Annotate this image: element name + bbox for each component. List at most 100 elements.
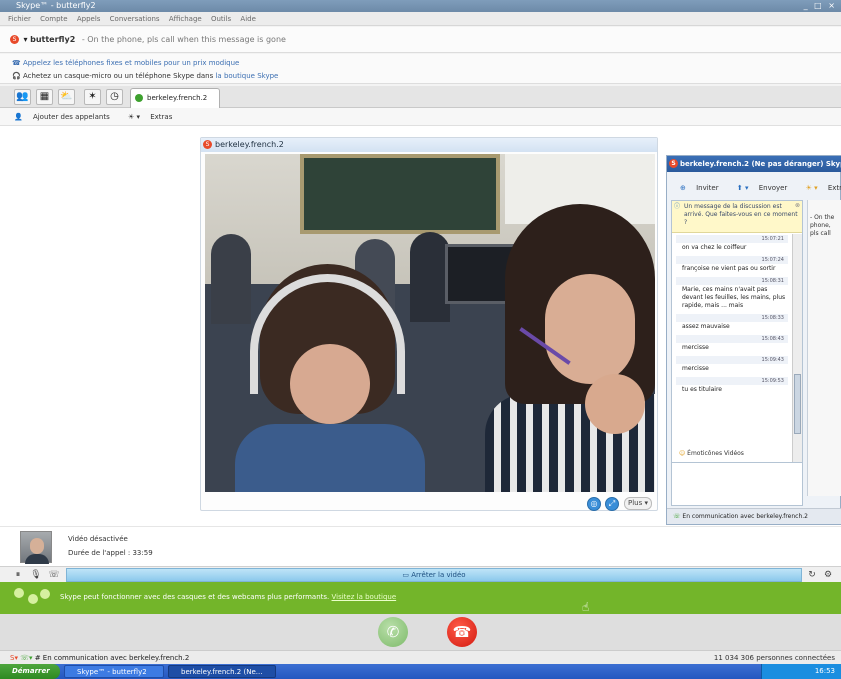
transfer-icon[interactable]: ☏ <box>48 569 60 581</box>
menu-help[interactable]: Aide <box>240 15 255 23</box>
headset-icon: 🎧 <box>12 72 23 80</box>
chat-message: 15:09:53 tu es titulaire <box>672 376 792 397</box>
video-title-icon: S <box>203 140 212 149</box>
invite-icon: ⊕ <box>680 184 689 192</box>
info-icon: ⓘ <box>674 203 681 210</box>
snapshot-button[interactable]: ◎ <box>587 497 601 511</box>
os-taskbar: Démarrer Skype™ - butterfly2 berkeley.fr… <box>0 664 841 679</box>
banner-text: Skype peut fonctionner avec des casques … <box>60 593 396 601</box>
shop-tab-icon[interactable]: ✶ <box>84 89 101 105</box>
menu-tools[interactable]: Outils <box>211 15 231 23</box>
tray-clock: 16:53 <box>814 667 835 675</box>
notice-close-icon[interactable]: ⊗ <box>795 202 800 210</box>
chat-toolbar: ⊕ Inviter ⬆ ▾ Envoyer ☀ ▾ Extras <box>667 180 841 196</box>
message-text: Marie, ces mains n'avait pas devant les … <box>682 286 786 309</box>
promo-shop-text: Achetez un casque-micro ou un téléphone … <box>22 72 216 80</box>
mood-message[interactable]: - On the phone, pls call when this messa… <box>82 35 286 44</box>
status-bar: S▾ ☏▾ # En communication avec berkeley.f… <box>0 650 841 664</box>
video-blackboard <box>300 154 500 234</box>
mute-icon[interactable]: 🎙 <box>30 569 42 581</box>
start-button[interactable]: Démarrer <box>0 664 60 679</box>
taskbar-chat-label: berkeley.french.2 (Ne... <box>181 668 263 676</box>
chat-extras-label: Extras <box>827 184 841 192</box>
live-tab-icon[interactable]: ⛅ <box>58 89 75 105</box>
webcam-icon: ▭ <box>402 571 412 579</box>
video-window[interactable]: S berkeley.french.2 ◎ ⤢ Plus ▾ <box>200 137 658 511</box>
chat-title-bar[interactable]: S berkeley.french.2 (Ne pas déranger) Sk… <box>667 156 841 172</box>
emoticon-icon[interactable]: ☺ <box>679 450 687 457</box>
promo-calls-link[interactable]: Appelez les téléphones fixes et mobiles … <box>23 59 239 67</box>
chat-message: 15:09:43 mercisse <box>672 355 792 376</box>
promo-line-shop: 🎧 Achetez un casque-micro ou un téléphon… <box>12 70 278 82</box>
message-time: 15:07:21 <box>676 235 788 243</box>
menu-view[interactable]: Affichage <box>169 15 202 23</box>
dialpad-tab-icon[interactable]: ▦ <box>36 89 53 105</box>
menu-bar: Fichier Compte Appels Conversations Affi… <box>0 12 841 26</box>
promo-area: ☎ Appelez les téléphones fixes et mobile… <box>0 54 841 84</box>
chat-send-label: Envoyer <box>758 184 788 192</box>
fullscreen-button[interactable]: ⤢ <box>605 497 619 511</box>
banner-message: Skype peut fonctionner avec des casques … <box>60 593 332 601</box>
call-video-status: Vidéo désactivée <box>68 535 128 543</box>
banner-shop-link[interactable]: Visitez la boutique <box>332 593 397 601</box>
chat-extras-button[interactable]: ☀ ▾ Extras <box>806 184 841 192</box>
chat-message-input[interactable] <box>671 462 803 506</box>
menu-account[interactable]: Compte <box>40 15 67 23</box>
video-title-bar[interactable]: S berkeley.french.2 <box>201 138 657 152</box>
settings-icon[interactable]: ⚙ <box>822 569 834 581</box>
stop-video-button[interactable]: ▭ Arrêter la vidéo <box>66 568 802 582</box>
hang-up-button[interactable]: ☎ <box>447 617 477 647</box>
chat-invite-button[interactable]: ⊕ Inviter <box>680 184 727 192</box>
extras-label: Extras <box>150 113 173 121</box>
status-dialpad-icon[interactable]: # <box>35 654 43 662</box>
taskbar-item-chat[interactable]: berkeley.french.2 (Ne... <box>168 665 276 678</box>
message-time: 15:09:43 <box>676 356 788 364</box>
chat-side-pane: - On the phone, pls call <box>807 200 841 496</box>
menu-file[interactable]: Fichier <box>8 15 31 23</box>
taskbar-item-skype[interactable]: Skype™ - butterfly2 <box>64 665 164 678</box>
call-button[interactable]: ✆ <box>378 617 408 647</box>
input-actions-label: Émoticônes Vidéos <box>687 450 744 457</box>
own-username: butterfly2 <box>30 35 76 44</box>
chat-message: 15:07:24 françoise ne vient pas ou sortir <box>672 255 792 276</box>
own-status-row[interactable]: S ▾ butterfly2 - On the phone, pls call … <box>0 27 841 53</box>
chat-invite-label: Inviter <box>696 184 719 192</box>
window-title: Skype™ - butterfly2 <box>16 1 96 10</box>
hold-icon[interactable]: ⏸ <box>12 569 24 581</box>
menu-calls[interactable]: Appels <box>77 15 101 23</box>
menu-conversations[interactable]: Conversations <box>110 15 160 23</box>
chat-footer: ☏ En communication avec berkeley.french.… <box>667 508 841 524</box>
refresh-icon[interactable]: ↻ <box>806 569 818 581</box>
promo-line-calls[interactable]: ☎ Appelez les téléphones fixes et mobile… <box>12 57 239 69</box>
video-person-left <box>235 264 425 492</box>
chat-window[interactable]: S berkeley.french.2 (Ne pas déranger) Sk… <box>666 155 841 525</box>
message-text: françoise ne vient pas ou sortir <box>682 265 776 272</box>
status-dropdown-icon[interactable]: ▾ <box>24 35 28 44</box>
chat-title-icon: S <box>669 159 678 168</box>
add-participants-button[interactable]: 👤 Ajouter des appelants <box>14 113 118 121</box>
chat-send-button[interactable]: ⬆ ▾ Envoyer <box>737 184 795 192</box>
message-text: mercisse <box>682 344 709 351</box>
promo-banner: Skype peut fonctionner avec des casques … <box>0 582 841 614</box>
chat-notice[interactable]: ⓘ Un message de la discussion est arrivé… <box>672 201 802 233</box>
system-tray: 16:53 <box>761 664 841 679</box>
contacts-tab-icon[interactable]: 👥 <box>14 89 31 105</box>
call-buttons-bar: ✆ ☎ <box>0 614 841 650</box>
chat-scroll-thumb[interactable] <box>794 374 801 434</box>
tab-call-berkeley[interactable]: berkeley.french.2 <box>130 88 220 108</box>
promo-shop-link[interactable]: la boutique Skype <box>215 72 278 80</box>
stop-video-label: Arrêter la vidéo <box>411 571 466 579</box>
status-call-text: En communication avec berkeley.french.2 <box>42 654 190 662</box>
history-tab-icon[interactable]: ◷ <box>106 89 123 105</box>
skype-status-icon[interactable]: S <box>10 35 19 44</box>
chat-input-actions[interactable]: ☺ Émoticônes Vidéos <box>671 448 803 460</box>
video-more-button[interactable]: Plus ▾ <box>624 497 652 510</box>
video-person-right <box>485 204 655 492</box>
status-call-icon[interactable]: ☏▾ <box>20 654 35 662</box>
status-presence-icon[interactable]: S▾ <box>10 654 20 662</box>
tab-strip: 👥 ▦ ⛅ ✶ ◷ berkeley.french.2 <box>0 86 841 108</box>
extras-button[interactable]: ☀ ▾ Extras <box>128 113 180 121</box>
call-duration: Durée de l'appel : 33:59 <box>68 549 153 557</box>
message-time: 15:08:43 <box>676 335 788 343</box>
window-controls[interactable]: _ □ × <box>804 0 837 12</box>
